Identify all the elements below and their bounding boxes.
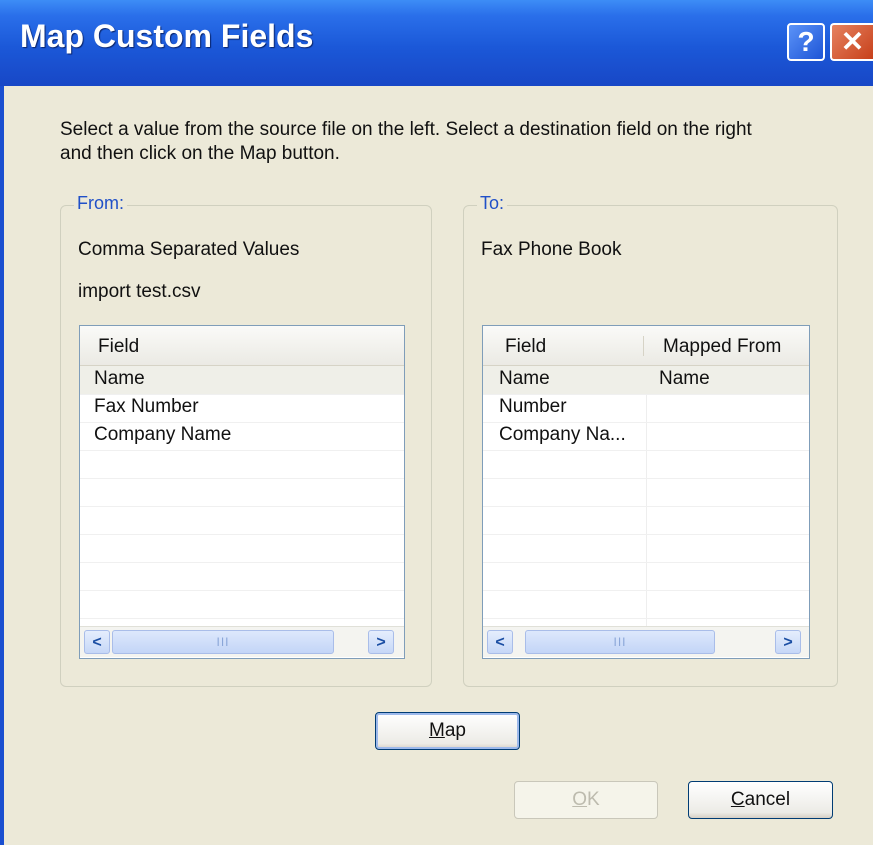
ok-mnemonic: O xyxy=(572,789,588,810)
source-file-label: import test.csv xyxy=(78,281,201,302)
instruction-line-2: and then click on the Map button. xyxy=(60,143,340,164)
scroll-thumb[interactable]: III xyxy=(525,630,715,654)
instruction-line-1: Select a value from the source file on t… xyxy=(60,119,752,140)
from-column-field[interactable]: Field xyxy=(98,336,139,358)
to-column-field[interactable]: Field xyxy=(505,336,546,358)
empty-row xyxy=(483,506,809,535)
to-row-field: Number xyxy=(499,396,567,417)
empty-row xyxy=(483,590,809,619)
scroll-right-icon[interactable]: > xyxy=(775,630,801,654)
help-button[interactable]: ? xyxy=(787,23,825,61)
to-horizontal-scrollbar[interactable]: < III > xyxy=(483,626,809,657)
cancel-button[interactable]: Cancel xyxy=(688,781,833,819)
to-column-mapped-from[interactable]: Mapped From xyxy=(663,336,781,358)
column-separator[interactable] xyxy=(643,336,644,356)
empty-row xyxy=(80,562,404,591)
empty-row xyxy=(80,590,404,619)
ok-label: K xyxy=(587,789,600,810)
empty-row xyxy=(80,534,404,563)
to-row-field: Name xyxy=(499,368,550,389)
source-type-label: Comma Separated Values xyxy=(78,239,300,260)
from-row-label: Name xyxy=(94,368,145,389)
to-row-number[interactable]: Number xyxy=(483,394,809,423)
to-row-company-name[interactable]: Company Na... xyxy=(483,422,809,451)
scroll-thumb[interactable]: III xyxy=(112,630,334,654)
empty-row xyxy=(80,450,404,479)
empty-row xyxy=(483,534,809,563)
instruction-text: Select a value from the source file on t… xyxy=(60,118,850,166)
from-row-company-name[interactable]: Company Name xyxy=(80,422,404,451)
map-custom-fields-dialog: Map Custom Fields ? ✕ Select a value fro… xyxy=(0,0,873,845)
to-row-name[interactable]: Name Name xyxy=(483,366,809,395)
empty-row xyxy=(483,450,809,479)
ok-button[interactable]: OK xyxy=(514,781,658,819)
from-field-list[interactable]: Field Name Fax Number Company Name < III… xyxy=(79,325,405,659)
help-icon: ? xyxy=(797,26,815,57)
to-row-field: Company Na... xyxy=(499,424,626,445)
from-row-label: Company Name xyxy=(94,424,232,445)
from-row-name[interactable]: Name xyxy=(80,366,404,395)
empty-row xyxy=(483,478,809,507)
to-field-list[interactable]: Field Mapped From Name Name Number Compa… xyxy=(482,325,810,659)
from-horizontal-scrollbar[interactable]: < III > xyxy=(80,626,404,657)
dialog-title: Map Custom Fields xyxy=(20,18,314,54)
to-list-header: Field Mapped From xyxy=(483,326,809,366)
empty-row xyxy=(483,562,809,591)
close-icon: ✕ xyxy=(840,26,865,57)
to-row-mapped-from: Name xyxy=(659,368,710,389)
title-bar[interactable]: Map Custom Fields ? ✕ xyxy=(0,0,873,86)
empty-row xyxy=(80,478,404,507)
dest-type-label: Fax Phone Book xyxy=(481,239,622,260)
scroll-left-icon[interactable]: < xyxy=(84,630,110,654)
from-row-fax-number[interactable]: Fax Number xyxy=(80,394,404,423)
to-legend: To: xyxy=(477,193,508,214)
empty-row xyxy=(80,506,404,535)
from-row-label: Fax Number xyxy=(94,396,199,417)
cancel-mnemonic: C xyxy=(730,789,745,810)
map-mnemonic: M xyxy=(429,720,445,741)
cancel-label: ancel xyxy=(744,789,791,810)
scroll-left-icon[interactable]: < xyxy=(487,630,513,654)
map-button[interactable]: Map xyxy=(375,712,520,750)
map-label: ap xyxy=(444,720,466,741)
from-list-header: Field xyxy=(80,326,404,366)
window-border xyxy=(0,86,4,845)
scroll-right-icon[interactable]: > xyxy=(368,630,394,654)
from-legend: From: xyxy=(74,193,127,214)
close-button[interactable]: ✕ xyxy=(830,23,873,61)
